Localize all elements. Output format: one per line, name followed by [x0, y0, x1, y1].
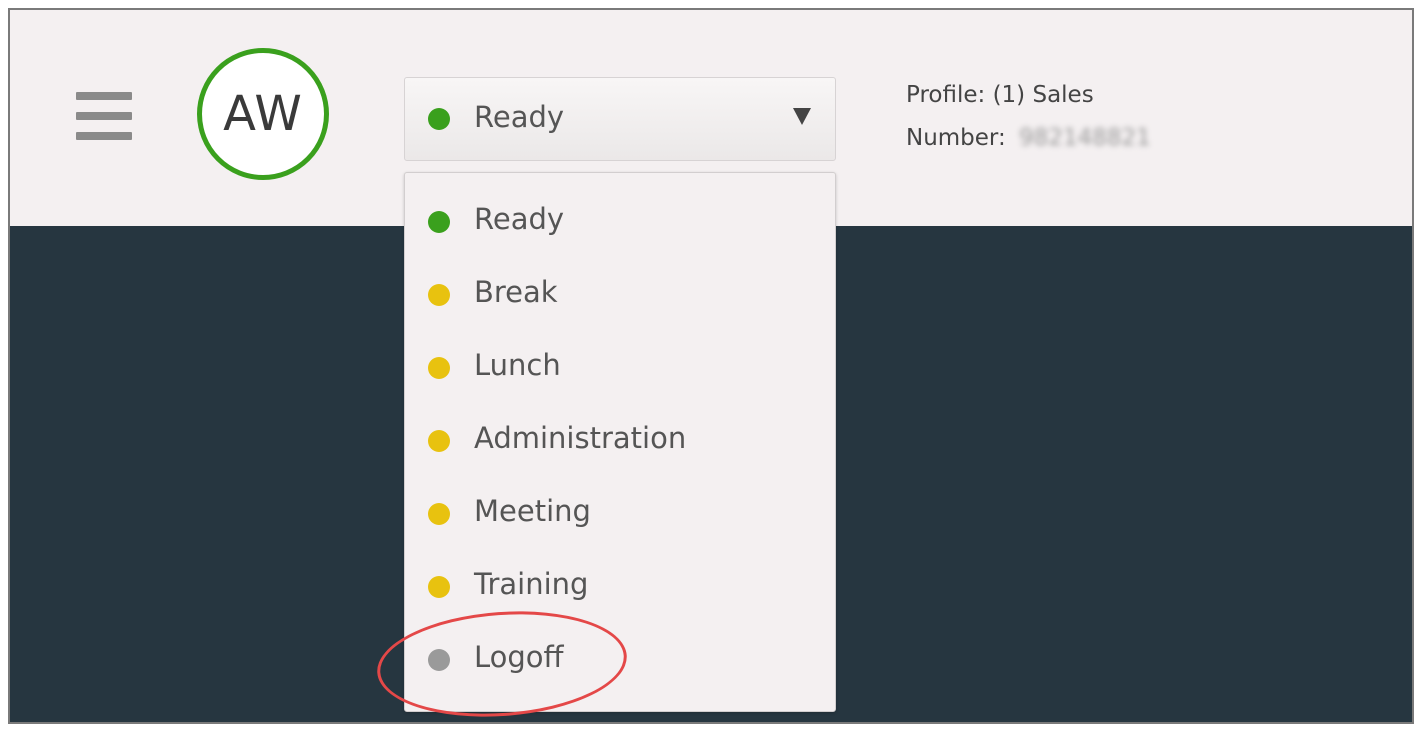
status-option-label: Training [474, 567, 589, 601]
status-option-break[interactable]: Break [405, 259, 835, 332]
status-dot [428, 430, 450, 452]
status-option-meeting[interactable]: Meeting [405, 478, 835, 551]
avatar[interactable]: AW [197, 48, 329, 180]
profile-info: Profile: (1) Sales [906, 82, 1094, 108]
app-window: AW Ready Profile: (1) Sales Number: 9821… [8, 8, 1414, 724]
status-option-administration[interactable]: Administration [405, 405, 835, 478]
status-option-lunch[interactable]: Lunch [405, 332, 835, 405]
number-label: Number: [906, 125, 1006, 151]
status-option-label: Break [474, 275, 558, 309]
status-dot [428, 284, 450, 306]
status-option-logoff[interactable]: Logoff [405, 624, 835, 697]
status-option-training[interactable]: Training [405, 551, 835, 624]
status-option-label: Administration [474, 421, 687, 455]
status-dropdown[interactable]: Ready [404, 77, 836, 161]
status-dot [428, 211, 450, 233]
status-dot [428, 649, 450, 671]
status-option-label: Logoff [474, 640, 564, 674]
status-option-label: Ready [474, 202, 565, 236]
status-dot [428, 357, 450, 379]
caret-down-icon [793, 108, 811, 125]
number-value: 982148821 [1019, 125, 1151, 151]
avatar-initials: AW [223, 86, 303, 142]
status-menu: Ready Break Lunch Administration Meeting… [404, 172, 836, 712]
hamburger-menu-icon[interactable] [76, 92, 132, 140]
status-dot [428, 503, 450, 525]
status-option-ready[interactable]: Ready [405, 186, 835, 259]
status-option-label: Lunch [474, 348, 561, 382]
status-dot [428, 576, 450, 598]
status-dropdown-label: Ready [474, 100, 565, 134]
number-info: Number: 982148821 [906, 125, 1151, 151]
status-option-label: Meeting [474, 494, 591, 528]
status-indicator-dot [428, 108, 450, 130]
